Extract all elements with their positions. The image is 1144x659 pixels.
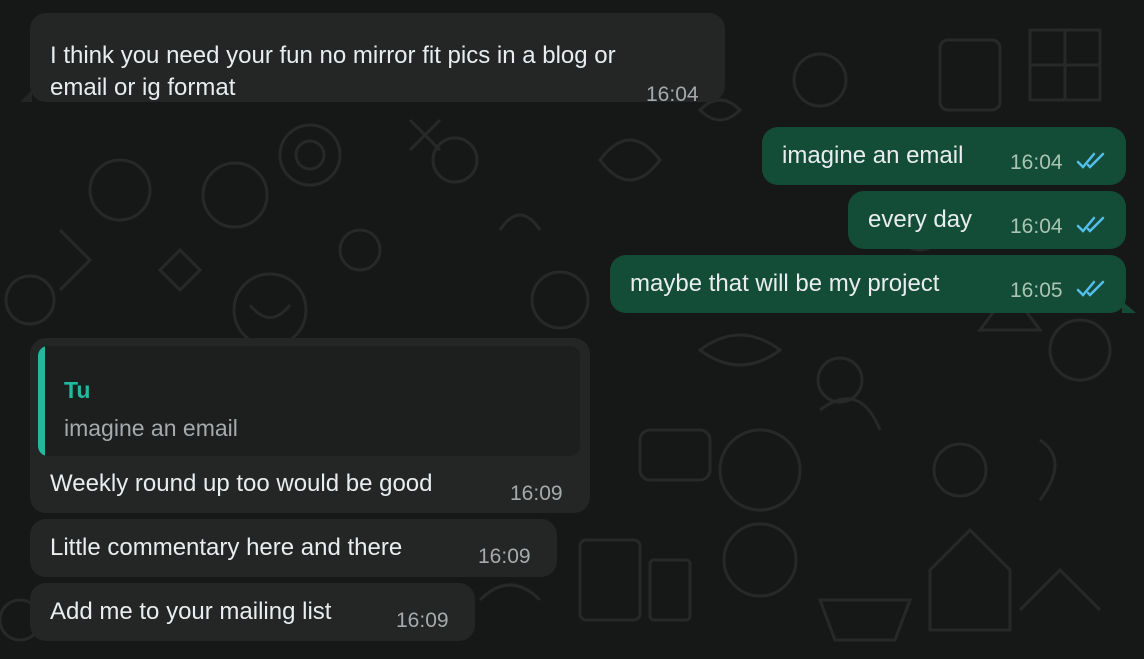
message-timestamp: 16:09 xyxy=(510,482,563,505)
message-timestamp: 16:04 xyxy=(1010,151,1063,174)
message-bubble-outgoing[interactable]: every day 16:04 xyxy=(848,191,1126,249)
message-bubble-reply[interactable]: Tu imagine an email Weekly round up too … xyxy=(30,338,590,513)
message-bubble-incoming[interactable]: Little commentary here and there 16:09 xyxy=(30,519,557,577)
message-text: every day xyxy=(868,206,973,233)
bubble-tail xyxy=(20,90,32,102)
message-bubble-outgoing[interactable]: imagine an email 16:04 xyxy=(762,127,1126,185)
message-text: Little commentary here and there xyxy=(50,534,403,561)
message-timestamp: 16:04 xyxy=(1010,215,1063,238)
quoted-message[interactable]: Tu imagine an email xyxy=(38,346,580,456)
chat-pane: I think you need your fun no mirror fit … xyxy=(0,0,1144,659)
message-bubble-incoming[interactable]: Add me to your mailing list 16:09 xyxy=(30,583,475,641)
double-check-icon xyxy=(1076,152,1105,169)
message-timestamp: 16:04 xyxy=(646,83,699,106)
message-timestamp: 16:05 xyxy=(1010,279,1063,302)
message-bubble-incoming[interactable]: I think you need your fun no mirror fit … xyxy=(20,13,725,106)
double-check-icon xyxy=(1076,216,1105,233)
message-text: maybe that will be my project xyxy=(630,270,940,297)
message-text: Add me to your mailing list xyxy=(50,598,332,625)
message-text: imagine an email xyxy=(782,142,964,169)
quote-text: imagine an email xyxy=(64,415,238,441)
message-bubble-outgoing[interactable]: maybe that will be my project 16:05 xyxy=(610,255,1136,313)
double-check-icon xyxy=(1076,280,1105,297)
message-timestamp: 16:09 xyxy=(478,545,531,568)
message-timestamp: 16:09 xyxy=(396,609,449,632)
quote-author: Tu xyxy=(64,377,91,403)
message-text: Weekly round up too would be good xyxy=(50,470,433,497)
quote-accent-bar xyxy=(38,346,45,456)
message-text: email or ig format xyxy=(50,74,236,101)
message-text: I think you need your fun no mirror fit … xyxy=(50,42,616,69)
bubble-tail xyxy=(1122,301,1136,313)
